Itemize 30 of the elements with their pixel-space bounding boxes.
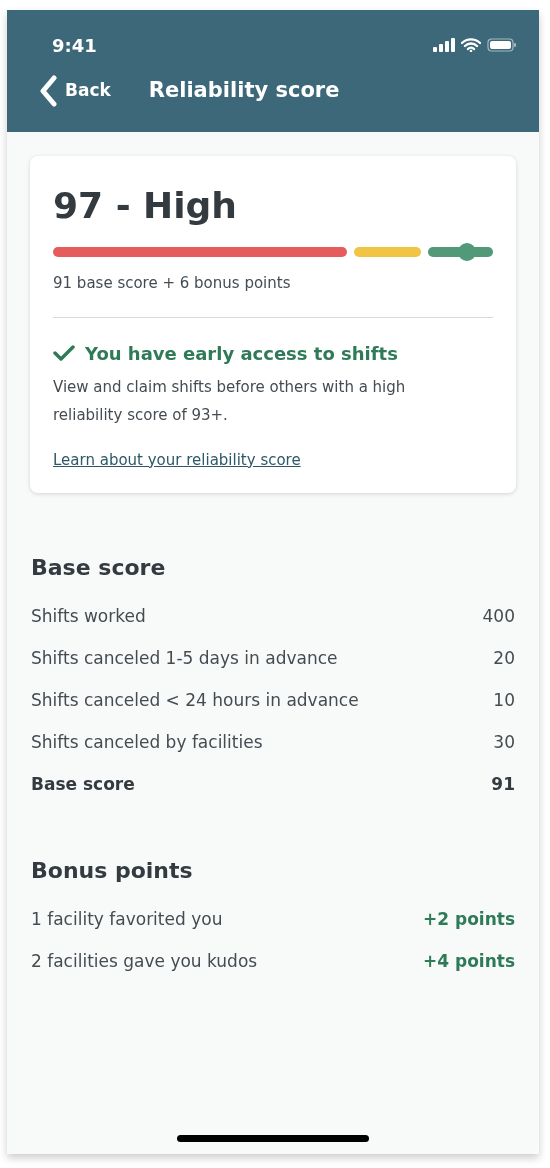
score-breakdown: 91 base score + 6 bonus points	[53, 273, 292, 294]
row-value: +2 points	[423, 908, 515, 932]
screen-title: Reliability score	[148, 77, 340, 105]
learn-more-link[interactable]: Learn about your reliability score	[53, 448, 301, 471]
check-icon	[53, 344, 75, 362]
row-value: 20	[493, 647, 515, 671]
row-value: 30	[493, 731, 515, 755]
row-label: 2 facilities gave you kudos	[31, 950, 258, 974]
perk-description: View and claim shifts before others with a high reliability score of 93+.	[53, 376, 407, 426]
row-label: Shifts worked	[31, 605, 146, 629]
row-value: 91	[491, 773, 515, 797]
row-label: Shifts canceled < 24 hours in advance	[31, 689, 359, 713]
row-label: 1 facility favorited you	[31, 908, 223, 932]
row-label: Base score	[31, 773, 135, 797]
section-heading: Base score	[31, 554, 167, 582]
gauge-segment	[354, 247, 421, 257]
back-button[interactable]: Back	[39, 75, 111, 107]
wifi-icon	[461, 38, 481, 52]
row-label: Shifts canceled by facilities	[31, 731, 263, 755]
score-heading: 97 - High	[53, 184, 238, 228]
row-value: +4 points	[423, 950, 515, 974]
section-heading: Bonus points	[31, 857, 194, 885]
row-label: Shifts canceled 1-5 days in advance	[31, 647, 338, 671]
back-chevron-icon	[39, 75, 57, 107]
perk-title: You have early access to shifts	[85, 341, 398, 366]
battery-icon	[487, 38, 517, 52]
clock-time: 9:41	[52, 33, 97, 58]
row-value: 10	[493, 689, 515, 713]
signal-icon	[433, 38, 455, 52]
row-value: 400	[482, 605, 515, 629]
